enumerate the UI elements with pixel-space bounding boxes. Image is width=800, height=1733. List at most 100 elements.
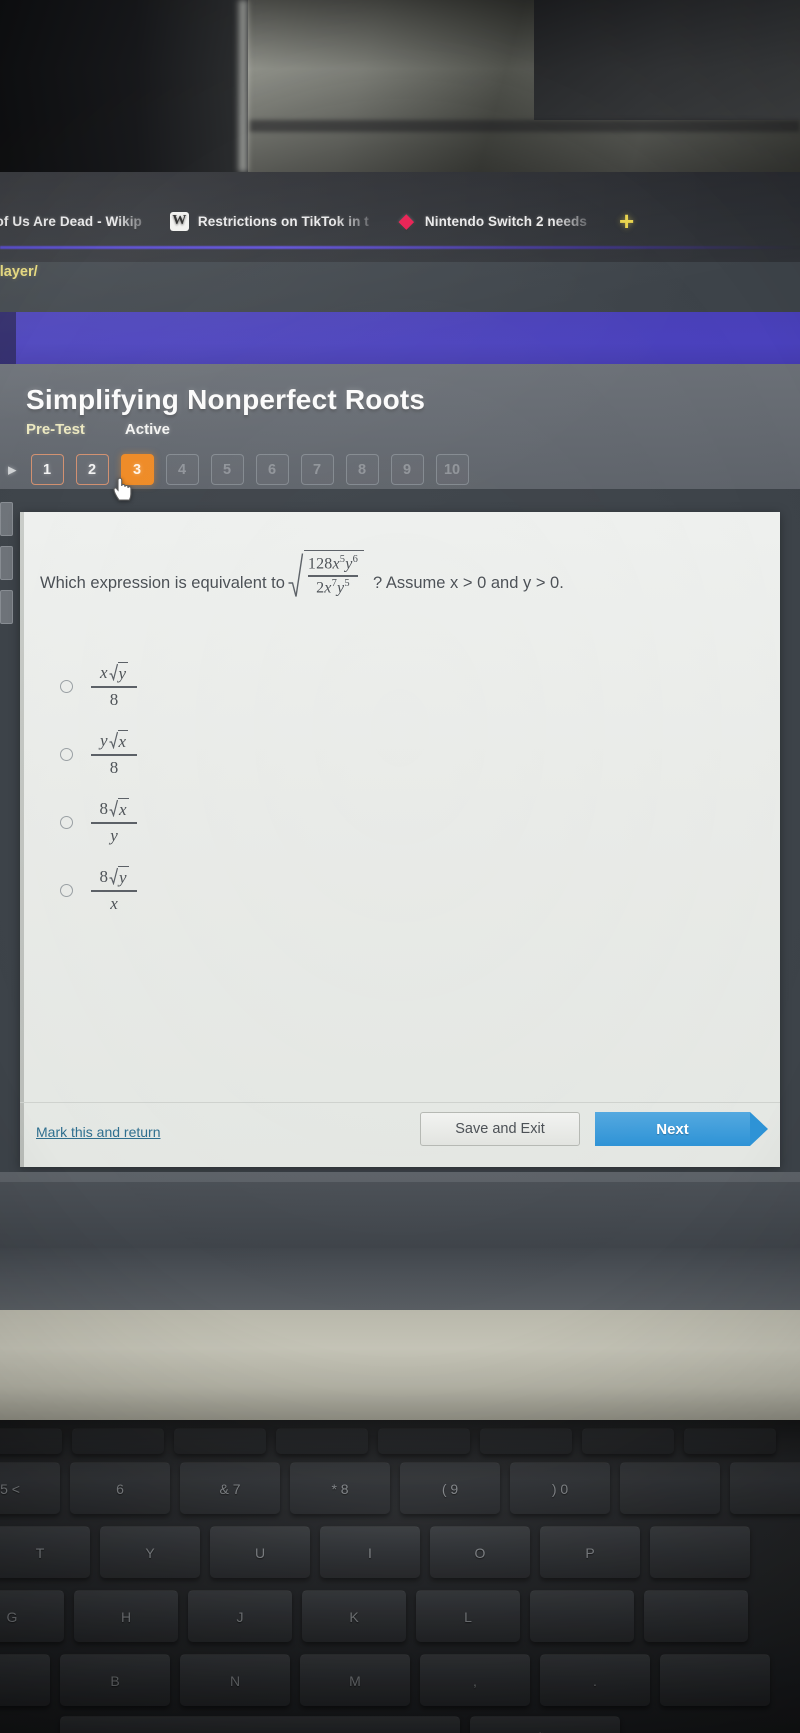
laptop-palmrest (0, 1310, 800, 1420)
radio-button-d[interactable] (60, 883, 73, 897)
key-slash[interactable] (660, 1654, 770, 1706)
question-button-2[interactable]: 2 (75, 454, 109, 485)
browser-tab-1-title: ll of Us Are Dead - Wikip (0, 213, 142, 229)
square-root-icon (288, 552, 304, 598)
nintendo-news-icon: ◆ (399, 210, 414, 232)
question-pager: ▸ 1 2 3 4 5 6 7 8 9 10 (8, 454, 469, 485)
question-button-1[interactable]: 1 (30, 454, 64, 485)
address-bar[interactable]: m/player/ (0, 264, 394, 288)
desktop-background (0, 1172, 800, 1182)
answer-d-fraction-bar (91, 890, 137, 892)
key-u[interactable]: U (210, 1526, 310, 1578)
radicand-denominator: 2x7y5 (316, 578, 350, 597)
mouse-cursor-hand-icon (113, 477, 132, 501)
browser-tab-3[interactable]: ◆ Nintendo Switch 2 needs (383, 204, 601, 238)
key-f10[interactable] (480, 1428, 572, 1454)
question-button-7[interactable]: 7 (300, 454, 334, 485)
browser-tab-1[interactable]: ll of Us Are Dead - Wikip (0, 204, 156, 238)
screen-bottom-bezel (0, 1248, 800, 1310)
browser-tab-strip: ll of Us Are Dead - Wikip W Restrictions… (0, 172, 800, 280)
save-and-exit-button[interactable]: Save and Exit (420, 1112, 580, 1146)
next-button-wrapper: Next (595, 1112, 795, 1146)
key-8[interactable]: * 8 (290, 1462, 390, 1514)
key-quote[interactable] (644, 1590, 748, 1642)
radio-button-b[interactable] (60, 747, 73, 761)
question-button-9[interactable]: 9 (390, 454, 424, 485)
key-9[interactable]: ( 9 (400, 1462, 500, 1514)
key-o[interactable]: O (430, 1526, 530, 1578)
keyboard-row-home: G H J K L (0, 1590, 748, 1642)
radio-button-c[interactable] (60, 815, 73, 829)
answer-choice-b[interactable]: y x 8 (60, 720, 137, 788)
key-equals[interactable] (730, 1462, 800, 1514)
radicand-numerator: 128x5y6 (307, 554, 359, 573)
key-f9[interactable] (378, 1428, 470, 1454)
question-button-5[interactable]: 5 (210, 454, 244, 485)
question-button-8[interactable]: 8 (345, 454, 379, 485)
app-header-band (0, 312, 800, 364)
mark-this-and-return-link[interactable]: Mark this and return (36, 1124, 161, 1140)
key-y[interactable]: Y (100, 1526, 200, 1578)
key-h[interactable]: H (74, 1590, 178, 1642)
key-f5[interactable] (0, 1428, 62, 1454)
question-button-4[interactable]: 4 (165, 454, 199, 485)
new-tab-button[interactable]: + (619, 208, 634, 234)
pager-prev-icon[interactable]: ▸ (8, 460, 17, 480)
room-background (0, 0, 800, 172)
key-semicolon[interactable] (530, 1590, 634, 1642)
rail-thumb-2[interactable] (0, 546, 13, 580)
keyboard-row-qwerty: T Y U I O P (0, 1526, 750, 1578)
lesson-meta: Pre-Test Active (26, 421, 170, 438)
key-i[interactable]: I (320, 1526, 420, 1578)
key-f6[interactable] (72, 1428, 164, 1454)
key-p[interactable]: P (540, 1526, 640, 1578)
key-5[interactable]: 5 < (0, 1462, 60, 1514)
browser-tabs: ll of Us Are Dead - Wikip W Restrictions… (0, 204, 634, 238)
answer-c-fraction-bar (91, 822, 137, 824)
key-bracket-left[interactable] (650, 1526, 750, 1578)
answer-choice-d[interactable]: 8 y x (60, 856, 137, 924)
key-f7[interactable] (174, 1428, 266, 1454)
wikipedia-icon: W (169, 211, 189, 231)
answer-b-numerator: y x (99, 729, 129, 751)
room-dark-left (0, 0, 248, 172)
key-n[interactable]: N (180, 1654, 290, 1706)
rail-thumb-3[interactable] (0, 590, 13, 624)
key-minus[interactable] (620, 1462, 720, 1514)
key-v[interactable]: V (0, 1654, 50, 1706)
key-comma[interactable]: , (420, 1654, 530, 1706)
key-7[interactable]: & 7 (180, 1462, 280, 1514)
page-title: Simplifying Nonperfect Roots (26, 384, 426, 415)
key-j[interactable]: J (188, 1590, 292, 1642)
radio-button-a[interactable] (60, 679, 73, 693)
status-badge: Active (124, 421, 170, 438)
key-f12[interactable] (684, 1428, 776, 1454)
key-b[interactable]: B (60, 1654, 170, 1706)
key-m[interactable]: M (300, 1654, 410, 1706)
answer-choice-a[interactable]: x y 8 (60, 652, 137, 720)
key-alt-gr[interactable]: alt gr (470, 1716, 620, 1733)
key-6[interactable]: 6 (70, 1462, 170, 1514)
key-t[interactable]: T (0, 1526, 90, 1578)
assignment-type-label: Pre-Test (26, 421, 85, 438)
keyboard-row-numbers: 5 < 6 & 7 * 8 ( 9 ) 0 (0, 1462, 800, 1514)
card-left-edge (20, 512, 24, 1167)
answer-c-numerator: 8 x (99, 797, 129, 819)
answer-choice-c[interactable]: 8 x y (60, 788, 137, 856)
key-g[interactable]: G (0, 1590, 64, 1642)
next-button[interactable]: Next (595, 1112, 750, 1146)
key-space[interactable] (60, 1716, 460, 1733)
key-f11[interactable] (582, 1428, 674, 1454)
rail-thumb-1[interactable] (0, 502, 13, 536)
key-k[interactable]: K (302, 1590, 406, 1642)
key-0[interactable]: ) 0 (510, 1462, 610, 1514)
key-period[interactable]: . (540, 1654, 650, 1706)
question-button-6[interactable]: 6 (255, 454, 289, 485)
key-f8[interactable] (276, 1428, 368, 1454)
key-l[interactable]: L (416, 1590, 520, 1642)
answer-c-denominator: y (110, 825, 118, 845)
question-button-10[interactable]: 10 (435, 454, 469, 485)
browser-tab-2[interactable]: W Restrictions on TikTok in t (156, 204, 383, 238)
next-arrow-icon (750, 1112, 768, 1146)
answer-b-fraction-bar (91, 754, 137, 756)
